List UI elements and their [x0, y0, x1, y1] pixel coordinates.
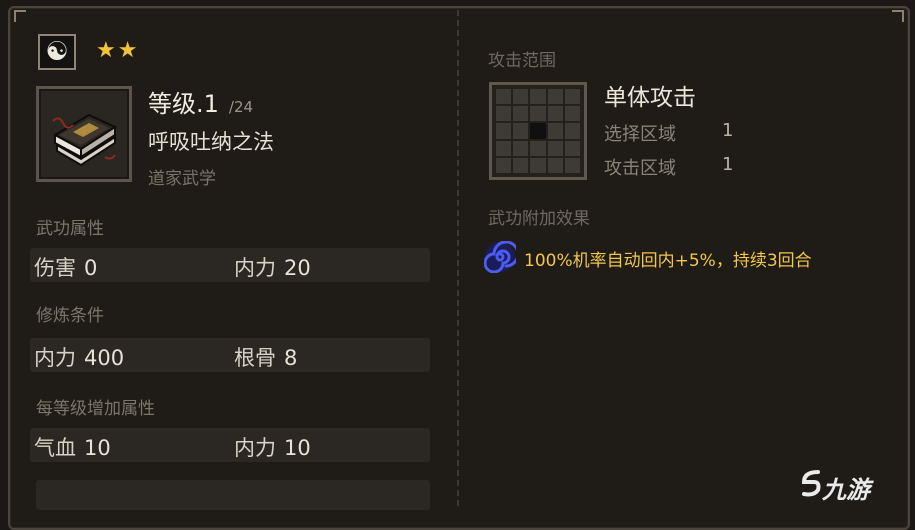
stat-name: 内力: [234, 436, 276, 460]
stat-name: 根骨: [234, 346, 276, 370]
book-icon: [52, 113, 118, 167]
stat-value: 8: [284, 346, 298, 370]
target-cell: [530, 123, 546, 139]
stat-name: 内力: [234, 256, 276, 280]
stat-damage: 伤害 0: [34, 252, 97, 282]
attack-range-label: 攻击范围: [488, 51, 556, 71]
select-area-row: 选择区域 1: [604, 120, 733, 146]
skill-name: 呼吸吐纳之法: [148, 130, 274, 154]
stat-name: 伤害: [34, 256, 76, 280]
frame-corner-ornament: [14, 10, 26, 22]
stat-name: 内力: [34, 346, 76, 370]
skill-level: 等级.1/24: [148, 84, 253, 119]
select-area-label: 选择区域: [604, 124, 676, 145]
frame-corner-ornament: [892, 10, 904, 22]
stat-row-requirements: 内力 400 根骨 8: [30, 338, 430, 372]
stat-hp: 气血 10: [34, 432, 111, 462]
attack-area-row: 攻击区域 1: [604, 154, 733, 180]
stat-req-inner-power: 内力 400: [34, 342, 124, 372]
level-value: 等级.1: [148, 90, 219, 118]
section-label-attributes: 武功属性: [36, 219, 104, 239]
effects-label: 武功附加效果: [488, 209, 590, 229]
attack-area-label: 攻击区域: [604, 158, 676, 179]
star-rating: ★★: [96, 38, 140, 63]
stat-value: 10: [84, 436, 111, 460]
level-max: /24: [228, 98, 254, 116]
stat-req-bone: 根骨 8: [234, 342, 297, 372]
stat-value: 400: [84, 346, 125, 370]
column-divider: [457, 10, 459, 506]
taiji-icon[interactable]: ☯: [38, 34, 76, 70]
select-area-value: 1: [722, 120, 734, 141]
stat-value: 20: [284, 256, 311, 280]
stat-per-level-inner-power: 内力 10: [234, 432, 311, 462]
spiral-icon[interactable]: [484, 241, 516, 273]
stat-row-per-level: 气血 10 内力 10: [30, 428, 430, 462]
attack-range-grid: [489, 82, 587, 180]
stat-value: 10: [284, 436, 311, 460]
stat-inner-power: 内力 20: [234, 252, 311, 282]
skill-school: 道家武学: [148, 169, 216, 189]
stat-row-attributes: 伤害 0 内力 20: [30, 248, 430, 282]
section-label-requirements: 修炼条件: [36, 306, 104, 326]
watermark-text: 九游: [822, 476, 870, 504]
effect-description: 100%机率自动回内+5%，持续3回合: [524, 251, 812, 271]
stat-value: 0: [84, 256, 98, 280]
attack-type: 单体攻击: [604, 85, 696, 111]
attack-area-value: 1: [722, 154, 734, 175]
section-label-per-level: 每等级增加属性: [36, 399, 155, 419]
stat-name: 气血: [34, 436, 76, 460]
skill-icon-frame: [36, 86, 132, 182]
